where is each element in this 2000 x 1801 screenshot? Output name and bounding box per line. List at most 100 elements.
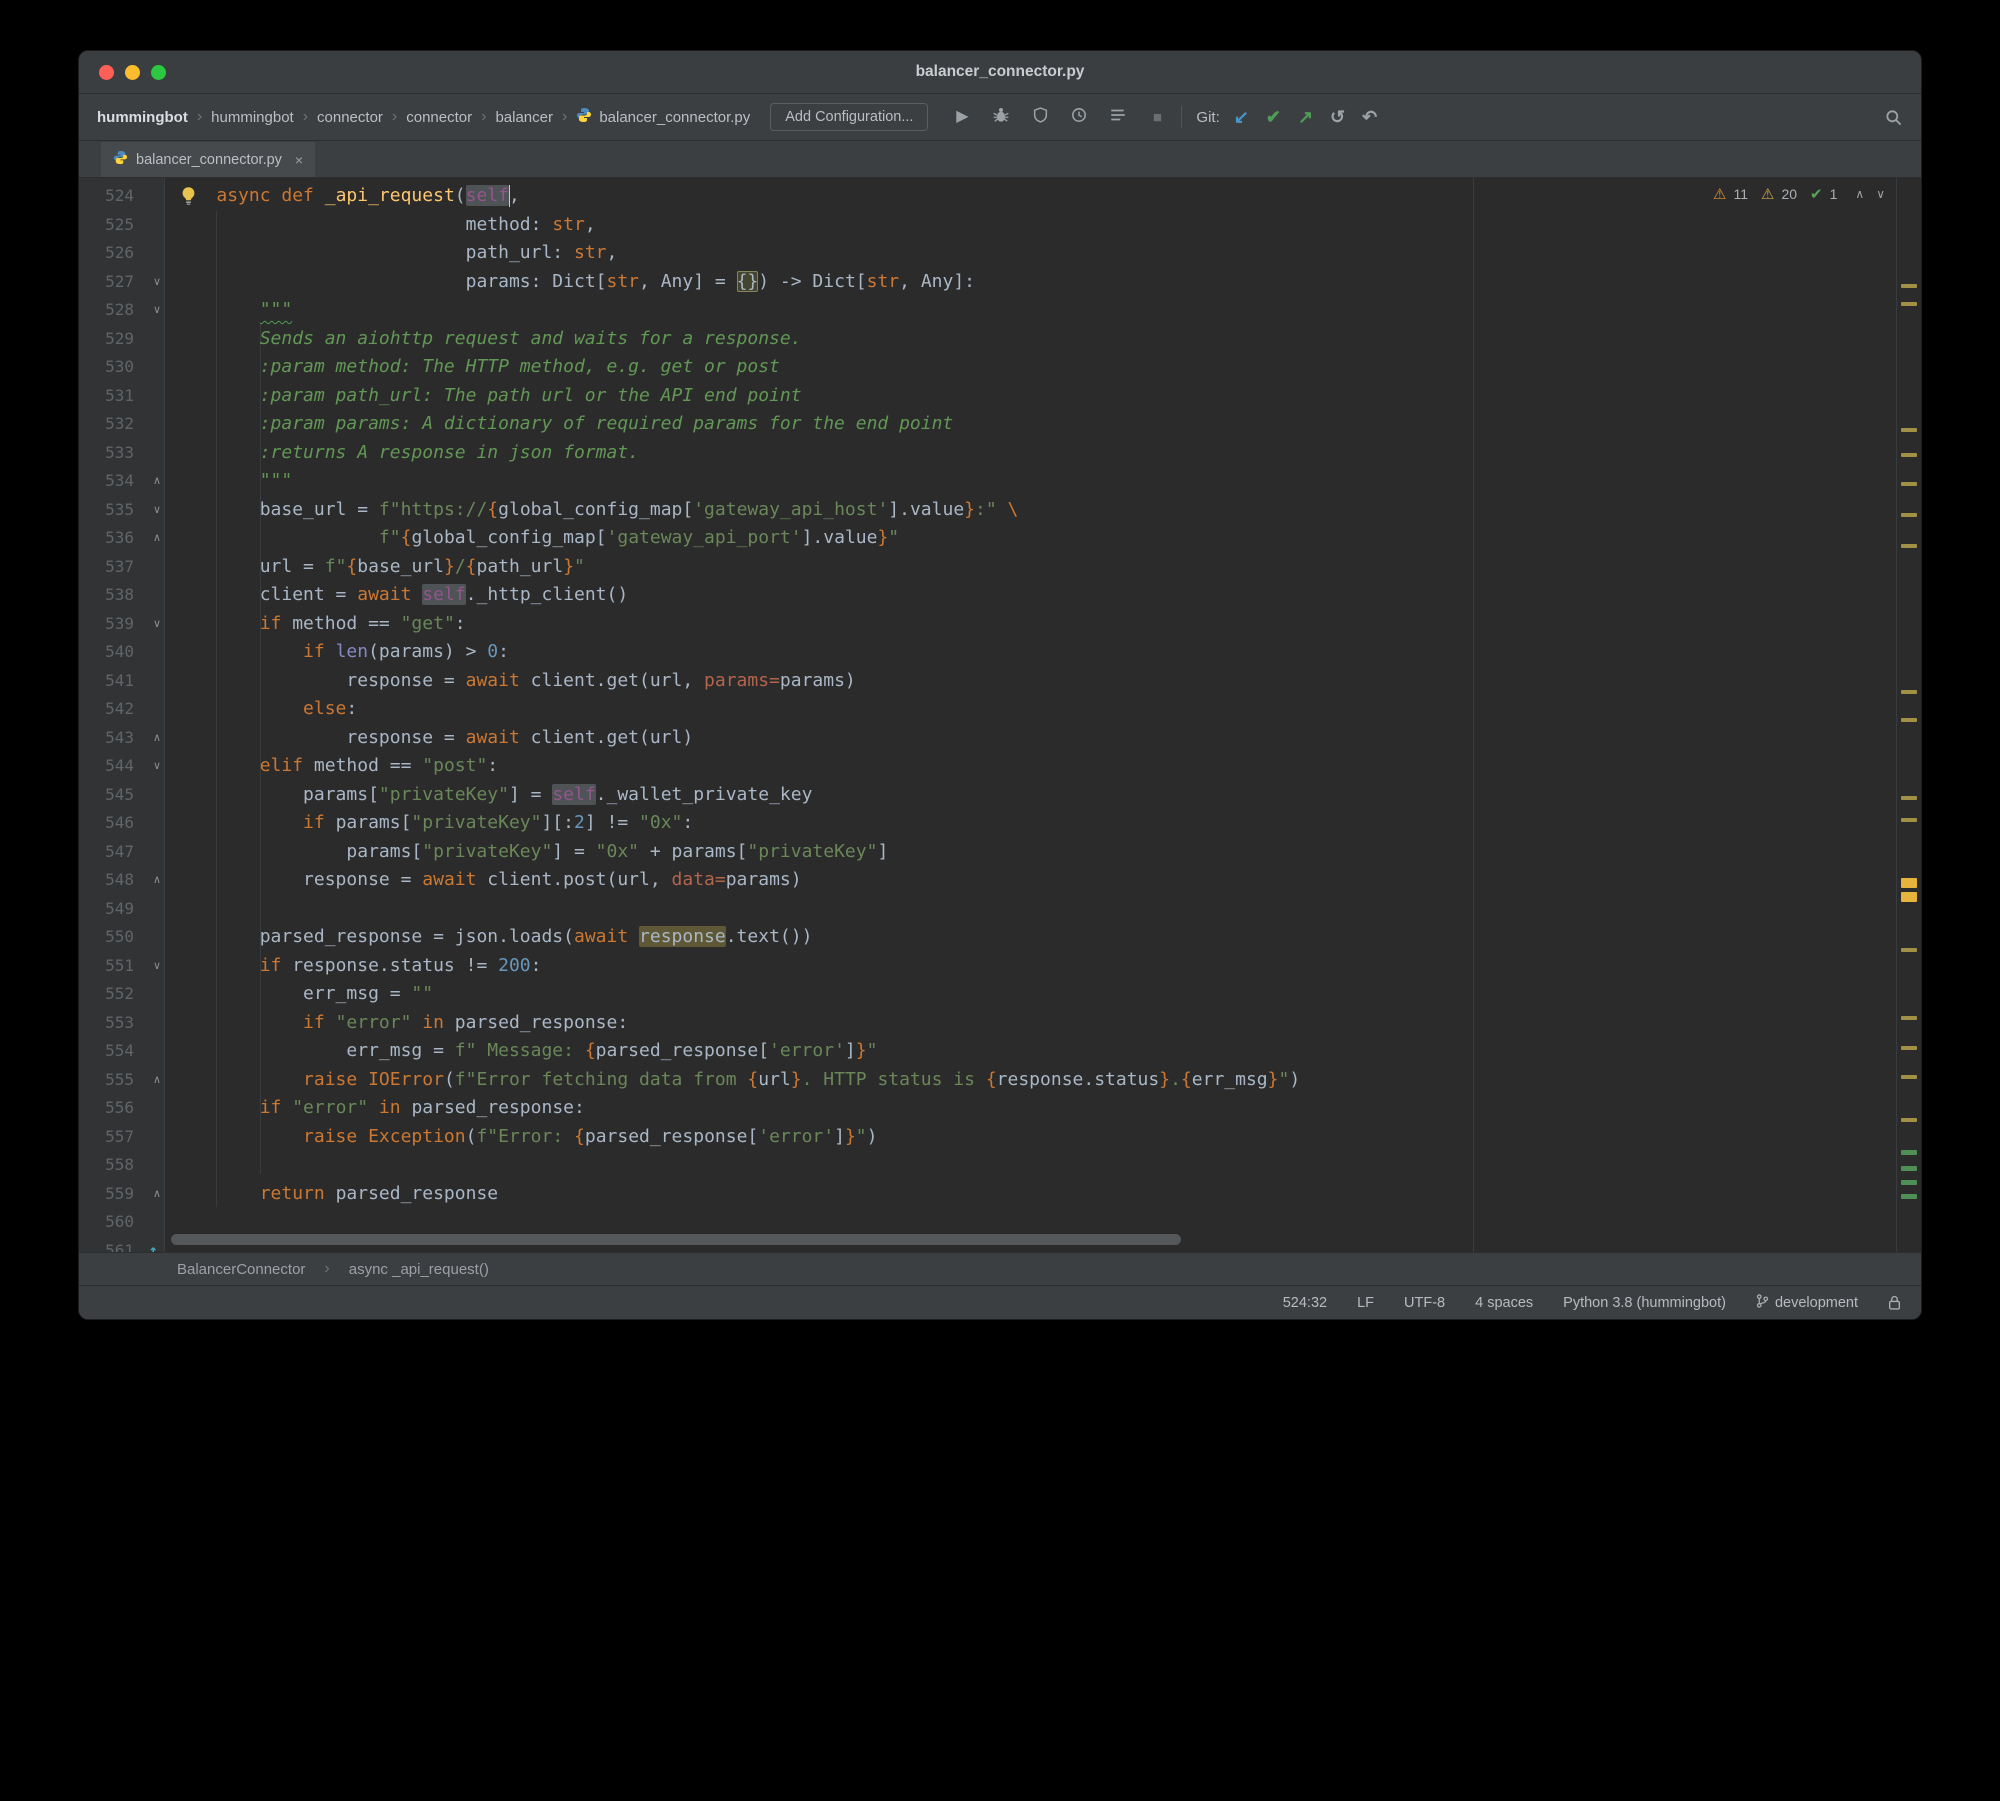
history-icon[interactable]: ↺ [1330, 108, 1345, 126]
code-line-555[interactable]: raise IOError(f"Error fetching data from… [165, 1066, 1921, 1095]
code-line-536[interactable]: f"{global_config_map['gateway_api_port']… [165, 524, 1921, 553]
code-line-524[interactable]: async def _api_request(self, [165, 182, 1921, 211]
stripe-mark[interactable] [1901, 796, 1917, 800]
gutter-line-525[interactable]: 525 [79, 211, 164, 240]
code-line-533[interactable]: :returns A response in json format. [165, 439, 1921, 468]
stripe-mark[interactable] [1901, 1194, 1917, 1199]
code-line-560[interactable] [165, 1208, 1921, 1237]
code-line-535[interactable]: base_url = f"https://{global_config_map[… [165, 496, 1921, 525]
gutter-line-543[interactable]: 543∧ [79, 724, 164, 753]
code-line-559[interactable]: return parsed_response [165, 1180, 1921, 1209]
previous-problem-icon[interactable]: ∧ [1855, 187, 1864, 201]
run-dashboard-icon[interactable] [1108, 106, 1128, 128]
gutter-line-550[interactable]: 550 [79, 923, 164, 952]
gutter-line-539[interactable]: 539∨ [79, 610, 164, 639]
stripe-mark[interactable] [1901, 1150, 1917, 1155]
stripe-mark[interactable] [1901, 428, 1917, 432]
code-line-539[interactable]: if method == "get": [165, 610, 1921, 639]
code-line-548[interactable]: response = await client.post(url, data=p… [165, 866, 1921, 895]
breadcrumb-file[interactable]: balancer_connector.py [576, 107, 750, 128]
code-line-525[interactable]: method: str, [165, 211, 1921, 240]
breadcrumb-method[interactable]: async _api_request() [349, 1261, 489, 1278]
stripe-mark[interactable] [1901, 284, 1917, 288]
code-line-554[interactable]: err_msg = f" Message: {parsed_response['… [165, 1037, 1921, 1066]
error-stripe[interactable] [1896, 178, 1921, 1252]
zoom-window-button[interactable] [151, 65, 166, 80]
code-line-532[interactable]: :param params: A dictionary of required … [165, 410, 1921, 439]
code-line-553[interactable]: if "error" in parsed_response: [165, 1009, 1921, 1038]
stripe-mark[interactable] [1901, 1016, 1917, 1020]
gutter-line-529[interactable]: 529 [79, 325, 164, 354]
fold-marker-icon[interactable]: ∨ [153, 952, 161, 981]
gutter-line-553[interactable]: 553 [79, 1009, 164, 1038]
gutter-line-541[interactable]: 541 [79, 667, 164, 696]
search-everywhere-icon[interactable] [1884, 108, 1903, 127]
stripe-mark[interactable] [1901, 544, 1917, 548]
horizontal-scrollbar[interactable] [171, 1234, 1181, 1245]
stripe-mark[interactable] [1901, 1118, 1917, 1122]
rollback-icon[interactable]: ↶ [1362, 108, 1377, 126]
code-line-526[interactable]: path_url: str, [165, 239, 1921, 268]
gutter-line-547[interactable]: 547 [79, 838, 164, 867]
stripe-mark[interactable] [1901, 1046, 1917, 1050]
stripe-mark[interactable] [1901, 482, 1917, 486]
fold-marker-icon[interactable]: ∧ [153, 467, 161, 496]
fold-marker-icon[interactable]: ∧ [153, 524, 161, 553]
fold-marker-icon[interactable]: ∧ [153, 724, 161, 753]
code-line-531[interactable]: :param path_url: The path url or the API… [165, 382, 1921, 411]
code-line-538[interactable]: client = await self._http_client() [165, 581, 1921, 610]
profiler-icon[interactable] [1069, 106, 1089, 128]
stripe-mark[interactable] [1901, 302, 1917, 306]
navigate-up-icon[interactable]: ↑ [148, 1237, 158, 1253]
titlebar[interactable]: balancer_connector.py [79, 51, 1921, 94]
code-line-550[interactable]: parsed_response = json.loads(await respo… [165, 923, 1921, 952]
run-icon[interactable]: ▶ [952, 109, 972, 125]
close-tab-icon[interactable]: × [295, 152, 303, 168]
stripe-mark[interactable] [1901, 818, 1917, 822]
gutter-line-546[interactable]: 546 [79, 809, 164, 838]
code-line-540[interactable]: if len(params) > 0: [165, 638, 1921, 667]
gutter-line-557[interactable]: 557 [79, 1123, 164, 1152]
breadcrumb-project[interactable]: hummingbot [97, 109, 188, 126]
close-window-button[interactable] [99, 65, 114, 80]
code-line-530[interactable]: :param method: The HTTP method, e.g. get… [165, 353, 1921, 382]
fold-marker-icon[interactable]: ∨ [153, 752, 161, 781]
code-line-534[interactable]: """ [165, 467, 1921, 496]
gutter-line-544[interactable]: 544∨ [79, 752, 164, 781]
code-line-542[interactable]: else: [165, 695, 1921, 724]
gutter-line-538[interactable]: 538 [79, 581, 164, 610]
caret-position[interactable]: 524:32 [1283, 1295, 1327, 1311]
gutter-line-537[interactable]: 537 [79, 553, 164, 582]
gutter-line-548[interactable]: 548∧ [79, 866, 164, 895]
gutter-line-527[interactable]: 527∨ [79, 268, 164, 297]
debug-icon[interactable] [991, 106, 1011, 128]
coverage-icon[interactable] [1030, 106, 1050, 128]
gutter-line-532[interactable]: 532 [79, 410, 164, 439]
stripe-mark[interactable] [1901, 1075, 1917, 1079]
breadcrumb-package[interactable]: balancer [495, 109, 553, 126]
code-line-546[interactable]: if params["privateKey"][:2] != "0x": [165, 809, 1921, 838]
code-line-557[interactable]: raise Exception(f"Error: {parsed_respons… [165, 1123, 1921, 1152]
write-access-lock-icon[interactable] [1888, 1295, 1901, 1310]
fold-marker-icon[interactable]: ∨ [153, 496, 161, 525]
gutter-line-556[interactable]: 556 [79, 1094, 164, 1123]
gutter-line-526[interactable]: 526 [79, 239, 164, 268]
gutter-line-545[interactable]: 545 [79, 781, 164, 810]
gutter-line-560[interactable]: 560 [79, 1208, 164, 1237]
breadcrumb-package[interactable]: connector [317, 109, 383, 126]
breadcrumb-package[interactable]: connector [406, 109, 472, 126]
stripe-mark[interactable] [1901, 1180, 1917, 1185]
gutter-line-528[interactable]: 528∨ [79, 296, 164, 325]
gutter-line-534[interactable]: 534∧ [79, 467, 164, 496]
push-icon[interactable]: ↗ [1298, 108, 1313, 126]
gutter-line-549[interactable]: 549 [79, 895, 164, 924]
code-line-552[interactable]: err_msg = "" [165, 980, 1921, 1009]
gutter-line-535[interactable]: 535∨ [79, 496, 164, 525]
code-line-558[interactable] [165, 1151, 1921, 1180]
gutter-line-559[interactable]: 559∧ [79, 1180, 164, 1209]
breadcrumb-package[interactable]: hummingbot [211, 109, 294, 126]
code-line-556[interactable]: if "error" in parsed_response: [165, 1094, 1921, 1123]
code-line-537[interactable]: url = f"{base_url}/{path_url}" [165, 553, 1921, 582]
gutter-line-524[interactable]: 524 [79, 182, 164, 211]
file-encoding[interactable]: UTF-8 [1404, 1295, 1445, 1311]
